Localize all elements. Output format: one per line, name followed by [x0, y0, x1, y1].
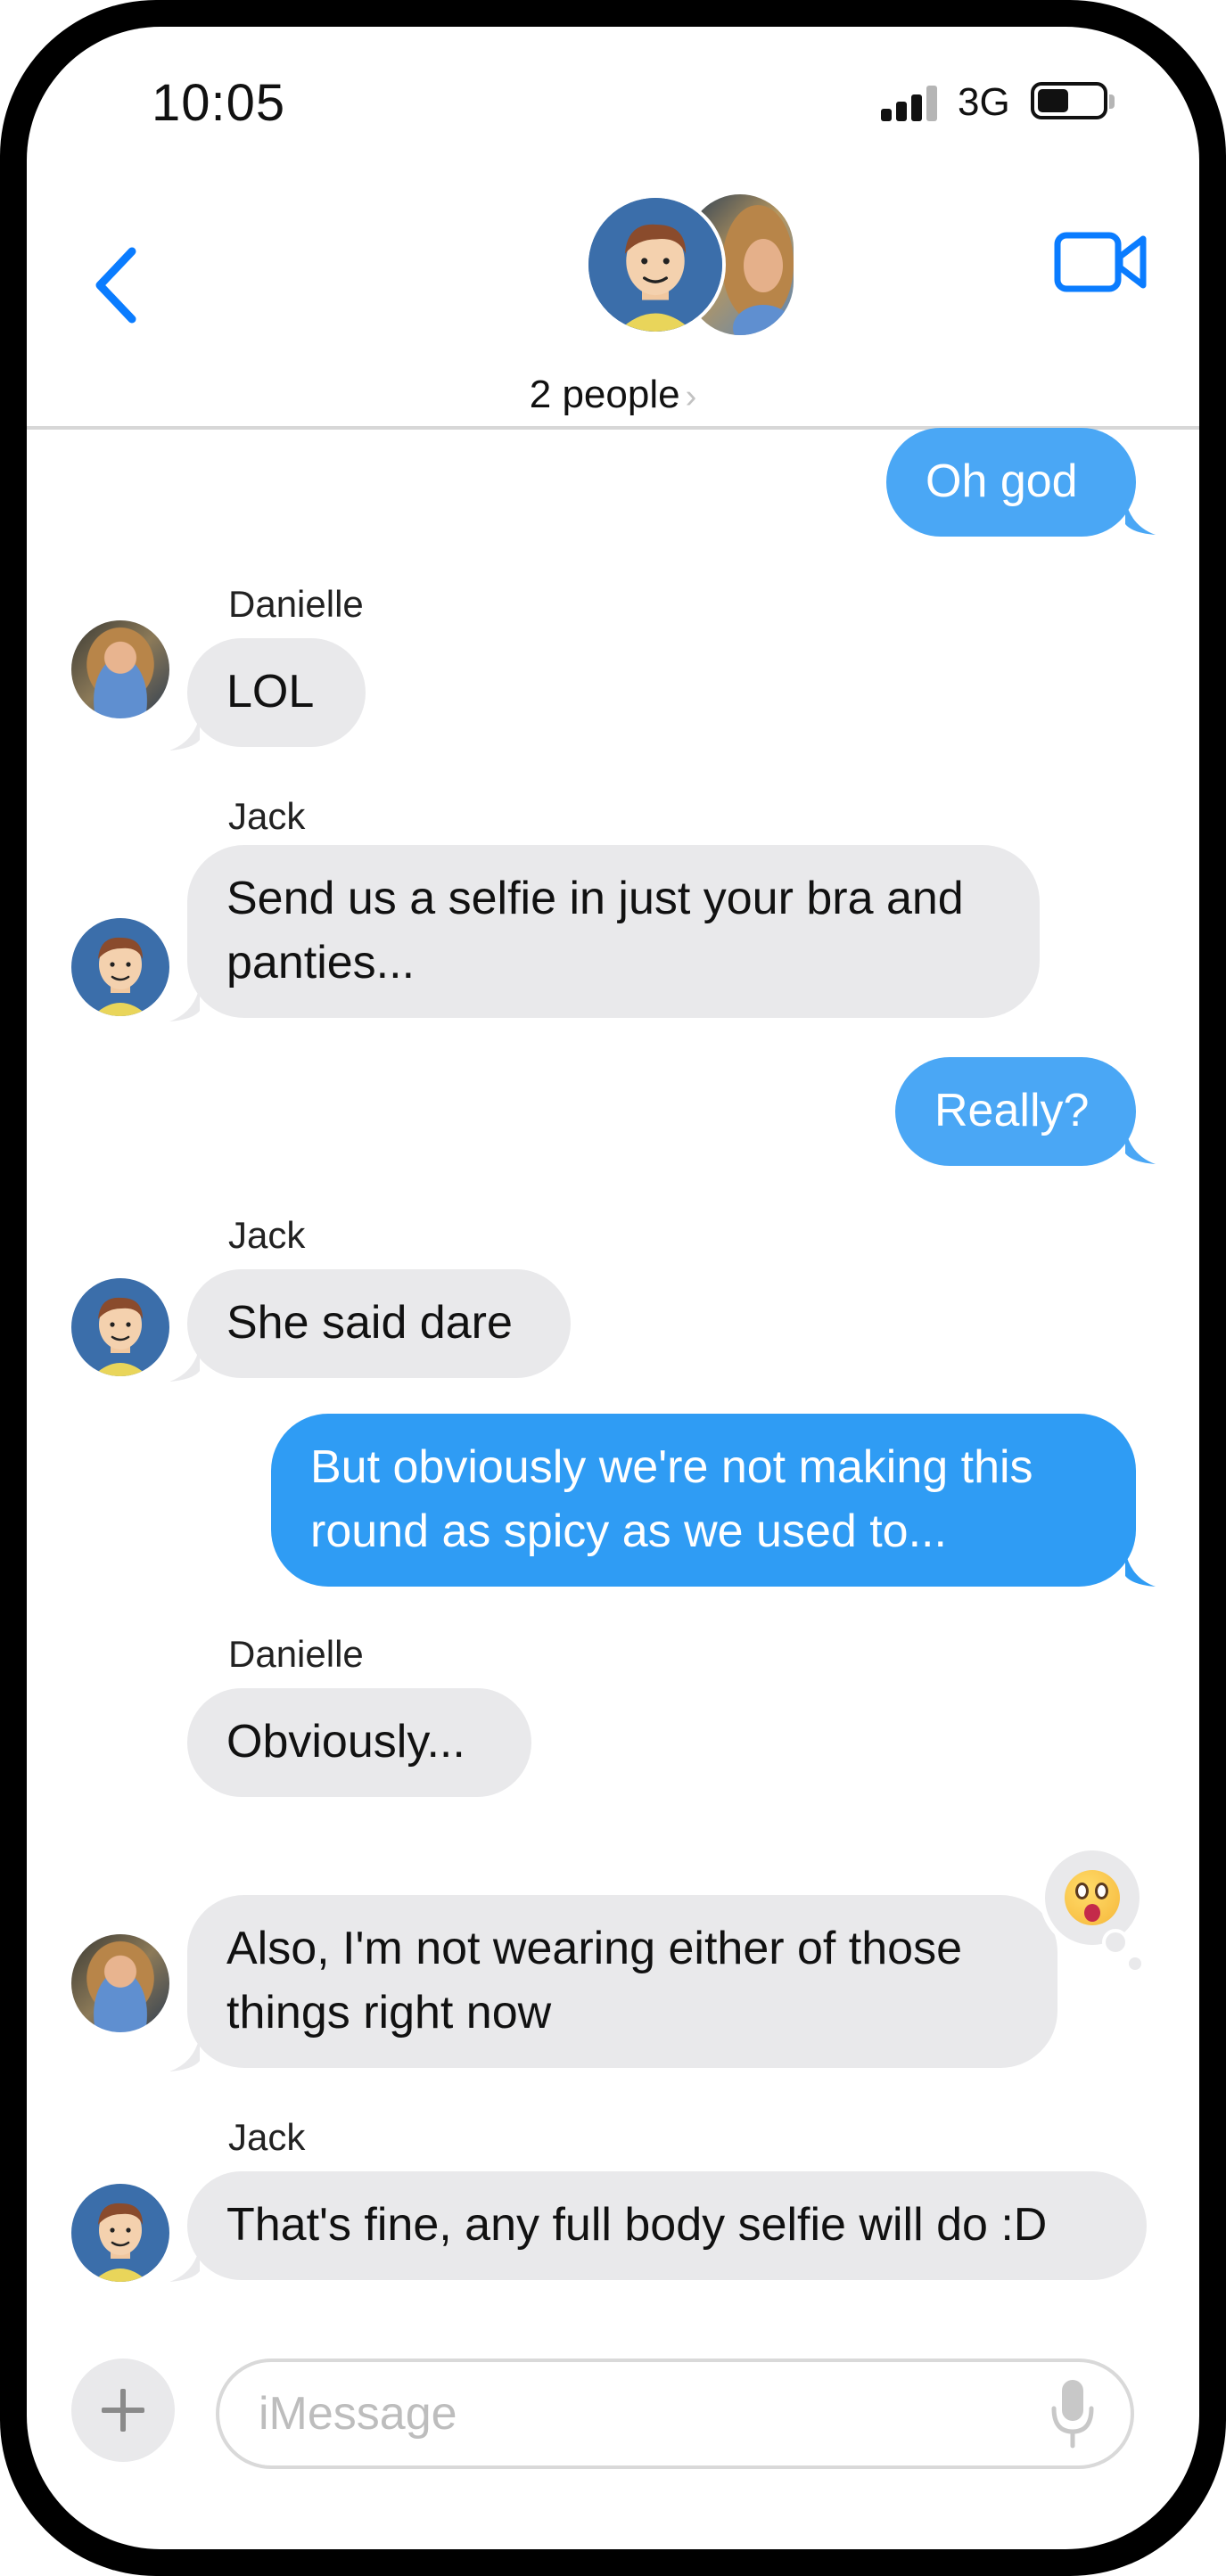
message-bubble-outgoing[interactable]: Oh god [886, 428, 1136, 537]
bubble-tail [1125, 1551, 1156, 1587]
message-bubble-outgoing[interactable]: But obviously we're not making this roun… [271, 1414, 1136, 1587]
message-bubble-incoming[interactable]: She said dare [187, 1269, 571, 1378]
message-text-line: round as spicy as we used to... [310, 1505, 947, 1557]
message-text: Really? [934, 1085, 1090, 1136]
avatar-danielle[interactable] [71, 1934, 169, 2032]
reaction-bubble[interactable] [1040, 1845, 1145, 1950]
apps-plus-button[interactable] [71, 2359, 175, 2462]
back-chevron-icon[interactable] [86, 241, 148, 330]
jack-memoji-icon [93, 1297, 148, 1376]
reaction-tail-dot [1102, 1929, 1129, 1956]
conversation-title[interactable]: 2 people › [27, 373, 1199, 417]
message-bubble-incoming[interactable]: Send us a selfie in just your bra and pa… [187, 845, 1040, 1018]
message-text-line: Send us a selfie in just your bra and [226, 873, 964, 924]
group-avatar-jack[interactable] [585, 194, 726, 335]
message-text: LOL [226, 666, 315, 718]
avatar-jack[interactable] [71, 2184, 169, 2282]
sender-name: Danielle [228, 1633, 364, 1675]
message-text-line: But obviously we're not making this [310, 1441, 1033, 1493]
avatar-jack[interactable] [71, 918, 169, 1016]
message-bubble-outgoing[interactable]: Really? [895, 1057, 1136, 1166]
imessage-input[interactable] [216, 2359, 1134, 2469]
signal-bar [926, 86, 937, 121]
bubble-tail [169, 715, 200, 751]
reaction-tail-dot [1129, 1957, 1141, 1970]
bubble-tail [169, 986, 200, 1021]
bubble-tail [169, 1346, 200, 1382]
message-text-line: Also, I'm not wearing either of those [226, 1923, 963, 1974]
signal-bar [881, 109, 892, 121]
jack-memoji-icon [588, 198, 722, 332]
battery-icon [1031, 82, 1115, 119]
sender-name: Jack [228, 795, 306, 837]
messages-screen: 10:05 3G 2 people › Oh god Danielle LOL … [27, 27, 1199, 2549]
bubble-tail [1125, 499, 1156, 535]
conversation-title-text[interactable]: 2 people [530, 373, 680, 416]
message-text: Oh god [926, 455, 1078, 507]
plus-icon-v [120, 2389, 126, 2432]
message-bubble-incoming[interactable]: LOL [187, 638, 366, 747]
emoji-eye [1095, 1883, 1108, 1899]
status-time: 10:05 [152, 74, 286, 132]
microphone-icon[interactable] [1049, 2375, 1097, 2451]
message-text: That's fine, any full body selfie will d… [226, 2199, 1048, 2251]
jack-memoji-icon [93, 937, 148, 1016]
chevron-right-icon[interactable]: › [686, 378, 697, 415]
battery-fill [1038, 89, 1068, 112]
cellular-signal-icon [881, 84, 940, 121]
signal-bar [911, 94, 922, 121]
emoji-eye [1075, 1883, 1089, 1899]
emoji-mouth [1084, 1904, 1100, 1922]
sender-name: Jack [228, 2116, 306, 2158]
message-text: She said dare [226, 1297, 513, 1349]
message-bubble-incoming[interactable]: Also, I'm not wearing either of those th… [187, 1895, 1057, 2068]
sender-name: Danielle [228, 583, 364, 625]
signal-bar [896, 102, 907, 121]
network-type: 3G [958, 80, 1010, 124]
battery-nub [1109, 94, 1115, 109]
message-text: Obviously... [226, 1716, 465, 1768]
astonished-face-emoji-icon [1065, 1870, 1120, 1925]
message-bubble-incoming[interactable]: That's fine, any full body selfie will d… [187, 2171, 1147, 2280]
sender-name: Jack [228, 1214, 306, 1256]
message-bubble-incoming[interactable]: Obviously... [187, 1688, 531, 1797]
message-text-line: panties... [226, 937, 416, 989]
video-camera-icon[interactable] [1054, 226, 1152, 298]
avatar-jack[interactable] [71, 1278, 169, 1376]
bubble-tail [1125, 1128, 1156, 1164]
bubble-tail [169, 2246, 200, 2282]
bubble-tail [169, 2036, 200, 2071]
message-text-line: things right now [226, 1987, 552, 2039]
jack-memoji-icon [93, 2203, 148, 2282]
avatar-danielle[interactable] [71, 620, 169, 718]
